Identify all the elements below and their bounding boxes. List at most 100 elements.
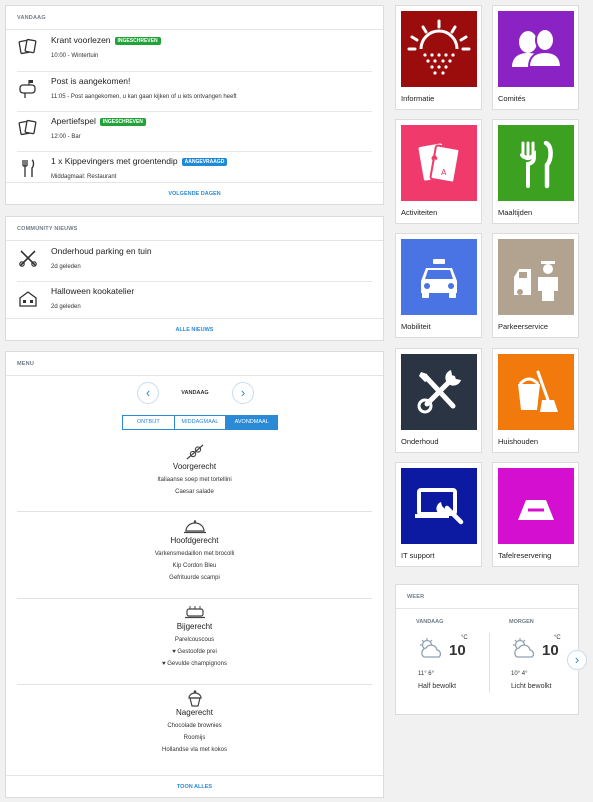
divider <box>17 598 372 599</box>
weather-day-label: Vandaag <box>416 619 444 625</box>
next-day-button[interactable]: › <box>232 382 254 404</box>
weather-today: Vandaag 10 °C 11° 6° Half bewolkt <box>416 619 496 709</box>
tile-mobiliteit[interactable]: Mobiliteit <box>395 233 482 338</box>
tile-informatie-bg <box>401 11 477 87</box>
weather-temperature: 10 <box>449 642 466 659</box>
item-subtitle: 2d geleden <box>51 304 81 310</box>
tab-ontbijt[interactable]: Ontbijt <box>123 416 175 429</box>
item-title: Krant voorlezen <box>51 35 111 45</box>
tile-comites[interactable]: Comités <box>492 5 579 110</box>
tile-onderhoud[interactable]: Onderhoud <box>395 348 482 453</box>
tile-tafelreservering[interactable]: Tafelreservering <box>492 462 579 567</box>
list-item[interactable]: Halloween kookatelier 2d geleden <box>17 282 372 320</box>
course-title: Bijgerecht <box>176 622 213 631</box>
taxi-icon <box>421 259 457 298</box>
menu-header: Menu <box>6 352 383 376</box>
course-item: Gefrituurde scampi <box>169 575 220 581</box>
tile-onderhoud-bg <box>401 354 477 430</box>
cards-icon: ♠ A <box>418 143 461 184</box>
tile-informatie[interactable]: Informatie <box>395 5 482 110</box>
item-title: Halloween kookatelier <box>51 286 135 296</box>
divider <box>17 684 372 685</box>
list-item[interactable]: Onderhoud parking en tuin 2d geleden <box>17 242 372 282</box>
tile-huishouden[interactable]: Huishouden <box>492 348 579 453</box>
tile-activiteiten-bg: ♠ A <box>401 125 477 201</box>
tile-tafelreservering-bg <box>498 468 574 544</box>
course-item: Kip Cordon Bleu <box>172 563 217 569</box>
tile-maaltijden[interactable]: Maaltijden <box>492 119 579 224</box>
course-item: ♥ Gevulde champignons <box>162 661 227 667</box>
tab-avondmaal[interactable]: Avondmaal <box>226 416 278 429</box>
course-starter: Voorgerecht Italiaanse soep met tortelli… <box>6 443 383 495</box>
course-title: Hoofdgerecht <box>170 536 219 545</box>
list-item[interactable]: Apertiefspel Ingeschreven 12:00 - Bar <box>17 112 372 152</box>
tile-huishouden-bg <box>498 354 574 430</box>
tile-parkeerservice-bg <box>498 239 574 315</box>
weather-next-button[interactable]: › <box>567 650 587 670</box>
weather-card: Weer Vandaag 10 °C 11° 6° Half bewolkt M… <box>395 584 579 715</box>
status-badge: Aangevraagd <box>181 158 228 166</box>
tile-label: Huishouden <box>498 437 539 446</box>
people-icon <box>512 28 563 68</box>
menu-day-label: Vandaag <box>181 390 209 396</box>
item-title: 1 x Kippevingers met groentendip <box>51 156 178 166</box>
course-title: Nagerecht <box>176 708 213 717</box>
meal-tabs: Ontbijt Middagmaal Avondmaal <box>122 415 278 430</box>
next-days-link[interactable]: Volgende dagen <box>6 182 383 204</box>
weather-min-max: 10° 4° <box>511 671 528 677</box>
course-item: Chocolade brownies <box>167 723 222 729</box>
chevron-right-icon: › <box>574 652 580 667</box>
weather-description: Licht bewolkt <box>511 683 552 690</box>
plate-icon <box>184 606 205 619</box>
today-card: Vandaag Krant voorlezen Ingeschreven 10:0… <box>5 5 384 205</box>
item-title: Post is aangekomen! <box>51 76 131 86</box>
tile-label: Activiteiten <box>401 208 438 217</box>
tab-middagmaal[interactable]: Middagmaal <box>174 416 227 429</box>
course-dessert: Nagerecht Chocolade brownies Roomijs Hol… <box>6 689 383 753</box>
tile-it-support[interactable]: IT support <box>395 462 482 567</box>
tile-it-support-bg <box>401 468 477 544</box>
tile-label: Onderhoud <box>401 437 439 446</box>
fork-knife-icon <box>520 140 553 189</box>
tile-parkeerservice[interactable]: Parkeerservice <box>492 233 579 338</box>
sun-icon <box>407 19 471 75</box>
cleaning-icon <box>518 370 558 412</box>
course-item: Italiaanse soep met tortellini <box>157 477 232 483</box>
weather-day-label: Morgen <box>509 619 534 625</box>
list-item[interactable]: Post is aangekomen! 11:05 - Post aangeko… <box>17 72 372 112</box>
course-side: Bijgerecht Parelcouscous ♥ Gestoofde pre… <box>6 603 383 667</box>
laptop-wrench-icon <box>415 488 464 525</box>
cloche-icon <box>183 520 206 534</box>
all-news-link[interactable]: Alle nieuws <box>6 318 383 340</box>
item-title: Onderhoud parking en tuin <box>51 246 152 256</box>
course-item: Varkensmedaillon met brocolli <box>154 551 235 557</box>
course-item: Caesar salade <box>175 489 214 495</box>
previous-day-button[interactable]: ‹ <box>137 382 159 404</box>
status-badge: Ingeschreven <box>99 118 146 126</box>
item-subtitle: Middagmaal: Restaurant <box>51 174 117 180</box>
tile-label: Maaltijden <box>498 208 533 217</box>
course-main: Hoofdgerecht Varkensmedaillon met brocol… <box>6 517 383 581</box>
valet-icon <box>514 261 558 301</box>
partly-cloudy-icon <box>420 638 442 658</box>
list-item[interactable]: Krant voorlezen Ingeschreven 10:00 - Wint… <box>17 31 372 72</box>
cupcake-icon <box>187 690 202 707</box>
divider <box>17 511 372 512</box>
tile-maaltijden-bg <box>498 125 574 201</box>
item-title: Apertiefspel <box>51 116 96 126</box>
house-icon <box>19 291 37 307</box>
news-header: Community nieuws <box>6 217 383 241</box>
weather-temperature: 10 <box>542 642 559 659</box>
show-all-link[interactable]: Toon alles <box>6 775 383 797</box>
news-card: Community nieuws Onderhoud parking en tu… <box>5 216 384 341</box>
item-subtitle: 11:05 - Post aangekomen, u kan gaan kijk… <box>51 94 237 100</box>
course-item: Roomijs <box>183 735 206 741</box>
tile-activiteiten[interactable]: ♠ A Activiteiten <box>395 119 482 224</box>
course-item: Hollandse vla met kokos <box>161 747 228 753</box>
chevron-right-icon: › <box>240 385 246 400</box>
cards-icon <box>18 38 37 55</box>
course-title: Voorgerecht <box>172 462 217 471</box>
skewer-icon <box>186 444 203 460</box>
tile-label: Informatie <box>401 94 435 103</box>
weather-min-max: 11° 6° <box>418 671 435 677</box>
